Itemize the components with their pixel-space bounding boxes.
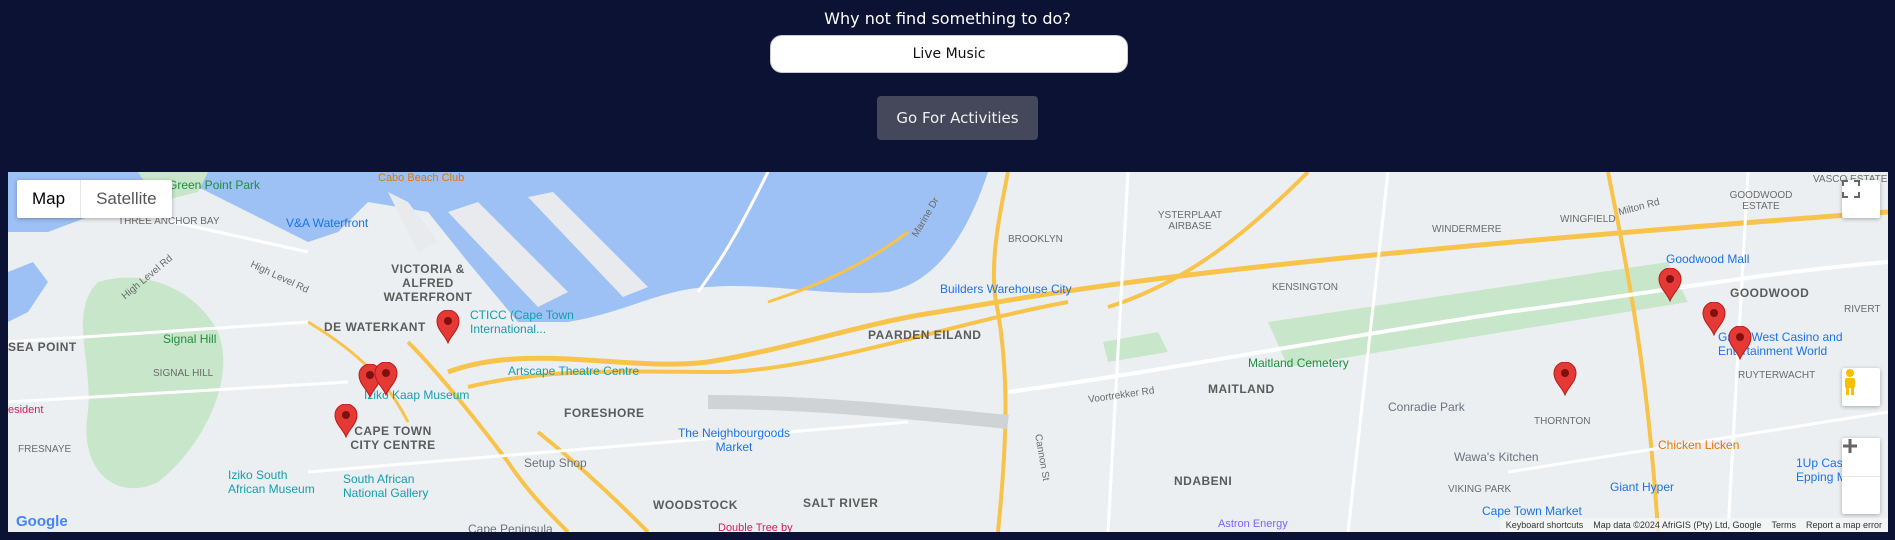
- fullscreen-button[interactable]: [1842, 180, 1880, 218]
- keyboard-shortcuts-link[interactable]: Keyboard shortcuts: [1506, 520, 1584, 530]
- activity-marker[interactable]: [436, 310, 460, 344]
- label-viking-park: VIKING PARK: [1448, 484, 1512, 495]
- label-cape-peninsula: Cape Peninsula: [468, 522, 553, 532]
- label-maitland: MAITLAND: [1208, 382, 1275, 396]
- label-builders-warehouse: Builders Warehouse City: [940, 282, 1072, 296]
- label-neighbourgoods: The Neighbourgoods Market: [677, 426, 791, 454]
- label-va-waterfront: V&A Waterfront: [286, 216, 369, 230]
- street-view-pegman-button[interactable]: [1842, 368, 1880, 406]
- label-ndabeni: NDABENI: [1174, 474, 1233, 488]
- label-ysterplaat: YSTERPLAAT AIRBASE: [1157, 210, 1223, 232]
- label-artscape: Artscape Theatre Centre: [508, 364, 640, 378]
- activity-marker[interactable]: [374, 362, 398, 396]
- activity-marker[interactable]: [1658, 268, 1682, 302]
- label-iziko-south: Iziko South African Museum: [228, 468, 315, 496]
- label-signal-hill-2: SIGNAL HILL: [153, 368, 214, 379]
- report-map-error-link[interactable]: Report a map error: [1806, 520, 1882, 530]
- label-va-area: VICTORIA & ALFRED WATERFRONT: [383, 262, 473, 304]
- label-cabo-beach-club: Cabo Beach Club: [378, 172, 465, 184]
- label-cape-town-city: CAPE TOWN CITY CENTRE: [350, 424, 436, 452]
- label-astron-energy: Astron Energy: [1218, 518, 1288, 530]
- label-rivert: RIVERT: [1844, 304, 1881, 315]
- label-cape-town-market: Cape Town Market: [1482, 504, 1582, 518]
- google-logo[interactable]: Google: [16, 513, 68, 530]
- label-kensington: KENSINGTON: [1272, 282, 1338, 293]
- label-wawas-kitchen: Wawa's Kitchen: [1454, 450, 1539, 464]
- prompt-text: Why not find something to do?: [824, 9, 1071, 28]
- label-de-waterkant: DE WATERKANT: [324, 320, 426, 334]
- go-for-activities-button[interactable]: Go For Activities: [877, 96, 1038, 140]
- label-windermere: WINDERMERE: [1432, 224, 1502, 235]
- label-cticc: CTICC (Cape Town International...: [470, 308, 574, 336]
- label-resident: esident: [8, 404, 44, 416]
- label-double-tree: Double Tree by: [718, 522, 793, 532]
- minus-icon: [1843, 444, 1857, 448]
- label-chicken-licken: Chicken Licken: [1658, 438, 1740, 452]
- activity-marker[interactable]: [1553, 362, 1577, 396]
- label-sa-gallery: South African National Gallery: [343, 472, 429, 500]
- label-goodwood-estate: GOODWOOD ESTATE: [1729, 190, 1793, 212]
- fullscreen-icon: [1842, 180, 1860, 198]
- label-wingfield: WINGFIELD: [1560, 214, 1616, 225]
- map-type-satellite-button[interactable]: Satellite: [81, 180, 171, 218]
- label-sea-point: SEA POINT: [8, 340, 77, 354]
- label-brooklyn: BROOKLYN: [1008, 234, 1063, 245]
- map-type-map-button[interactable]: Map: [17, 180, 82, 218]
- zoom-control: [1842, 438, 1880, 514]
- label-goodwood-mall: Goodwood Mall: [1666, 252, 1750, 266]
- label-maitland-cemetery: Maitland Cemetery: [1248, 356, 1349, 370]
- map-data-attribution: Map data ©2024 AfriGIS (Pty) Ltd, Google: [1593, 520, 1762, 530]
- activity-marker[interactable]: [334, 404, 358, 438]
- search-input[interactable]: [770, 35, 1128, 73]
- map-footer: Keyboard shortcuts Map data ©2024 AfriGI…: [1499, 518, 1888, 532]
- label-thornton: THORNTON: [1534, 416, 1591, 427]
- label-setup-shop: Setup Shop: [524, 456, 587, 470]
- map-type-control: Map Satellite: [17, 180, 172, 218]
- map-view[interactable]: Green Point Park THREE ANCHOR BAY V&A Wa…: [8, 172, 1888, 532]
- google-logo-text: Google: [16, 513, 68, 530]
- zoom-out-button[interactable]: [1842, 444, 1880, 515]
- pegman-icon: [1845, 369, 1855, 395]
- label-foreshore: FORESHORE: [564, 406, 645, 420]
- label-signal-hill: Signal Hill: [163, 332, 217, 346]
- label-fresnaye: FRESNAYE: [18, 444, 72, 455]
- label-conradie-park: Conradie Park: [1388, 400, 1465, 414]
- label-green-point-park: Green Point Park: [168, 178, 261, 192]
- label-giant-hyper: Giant Hyper: [1610, 480, 1675, 494]
- label-paarden-eiland: PAARDEN EILAND: [868, 328, 982, 342]
- label-ruyterwacht: RUYTERWACHT: [1738, 370, 1816, 381]
- activity-marker[interactable]: [1702, 302, 1726, 336]
- label-salt-river: SALT RIVER: [803, 496, 879, 510]
- activity-marker[interactable]: [1728, 326, 1752, 360]
- label-woodstock: WOODSTOCK: [653, 498, 738, 512]
- label-goodwood: GOODWOOD: [1730, 286, 1810, 300]
- terms-link[interactable]: Terms: [1771, 520, 1796, 530]
